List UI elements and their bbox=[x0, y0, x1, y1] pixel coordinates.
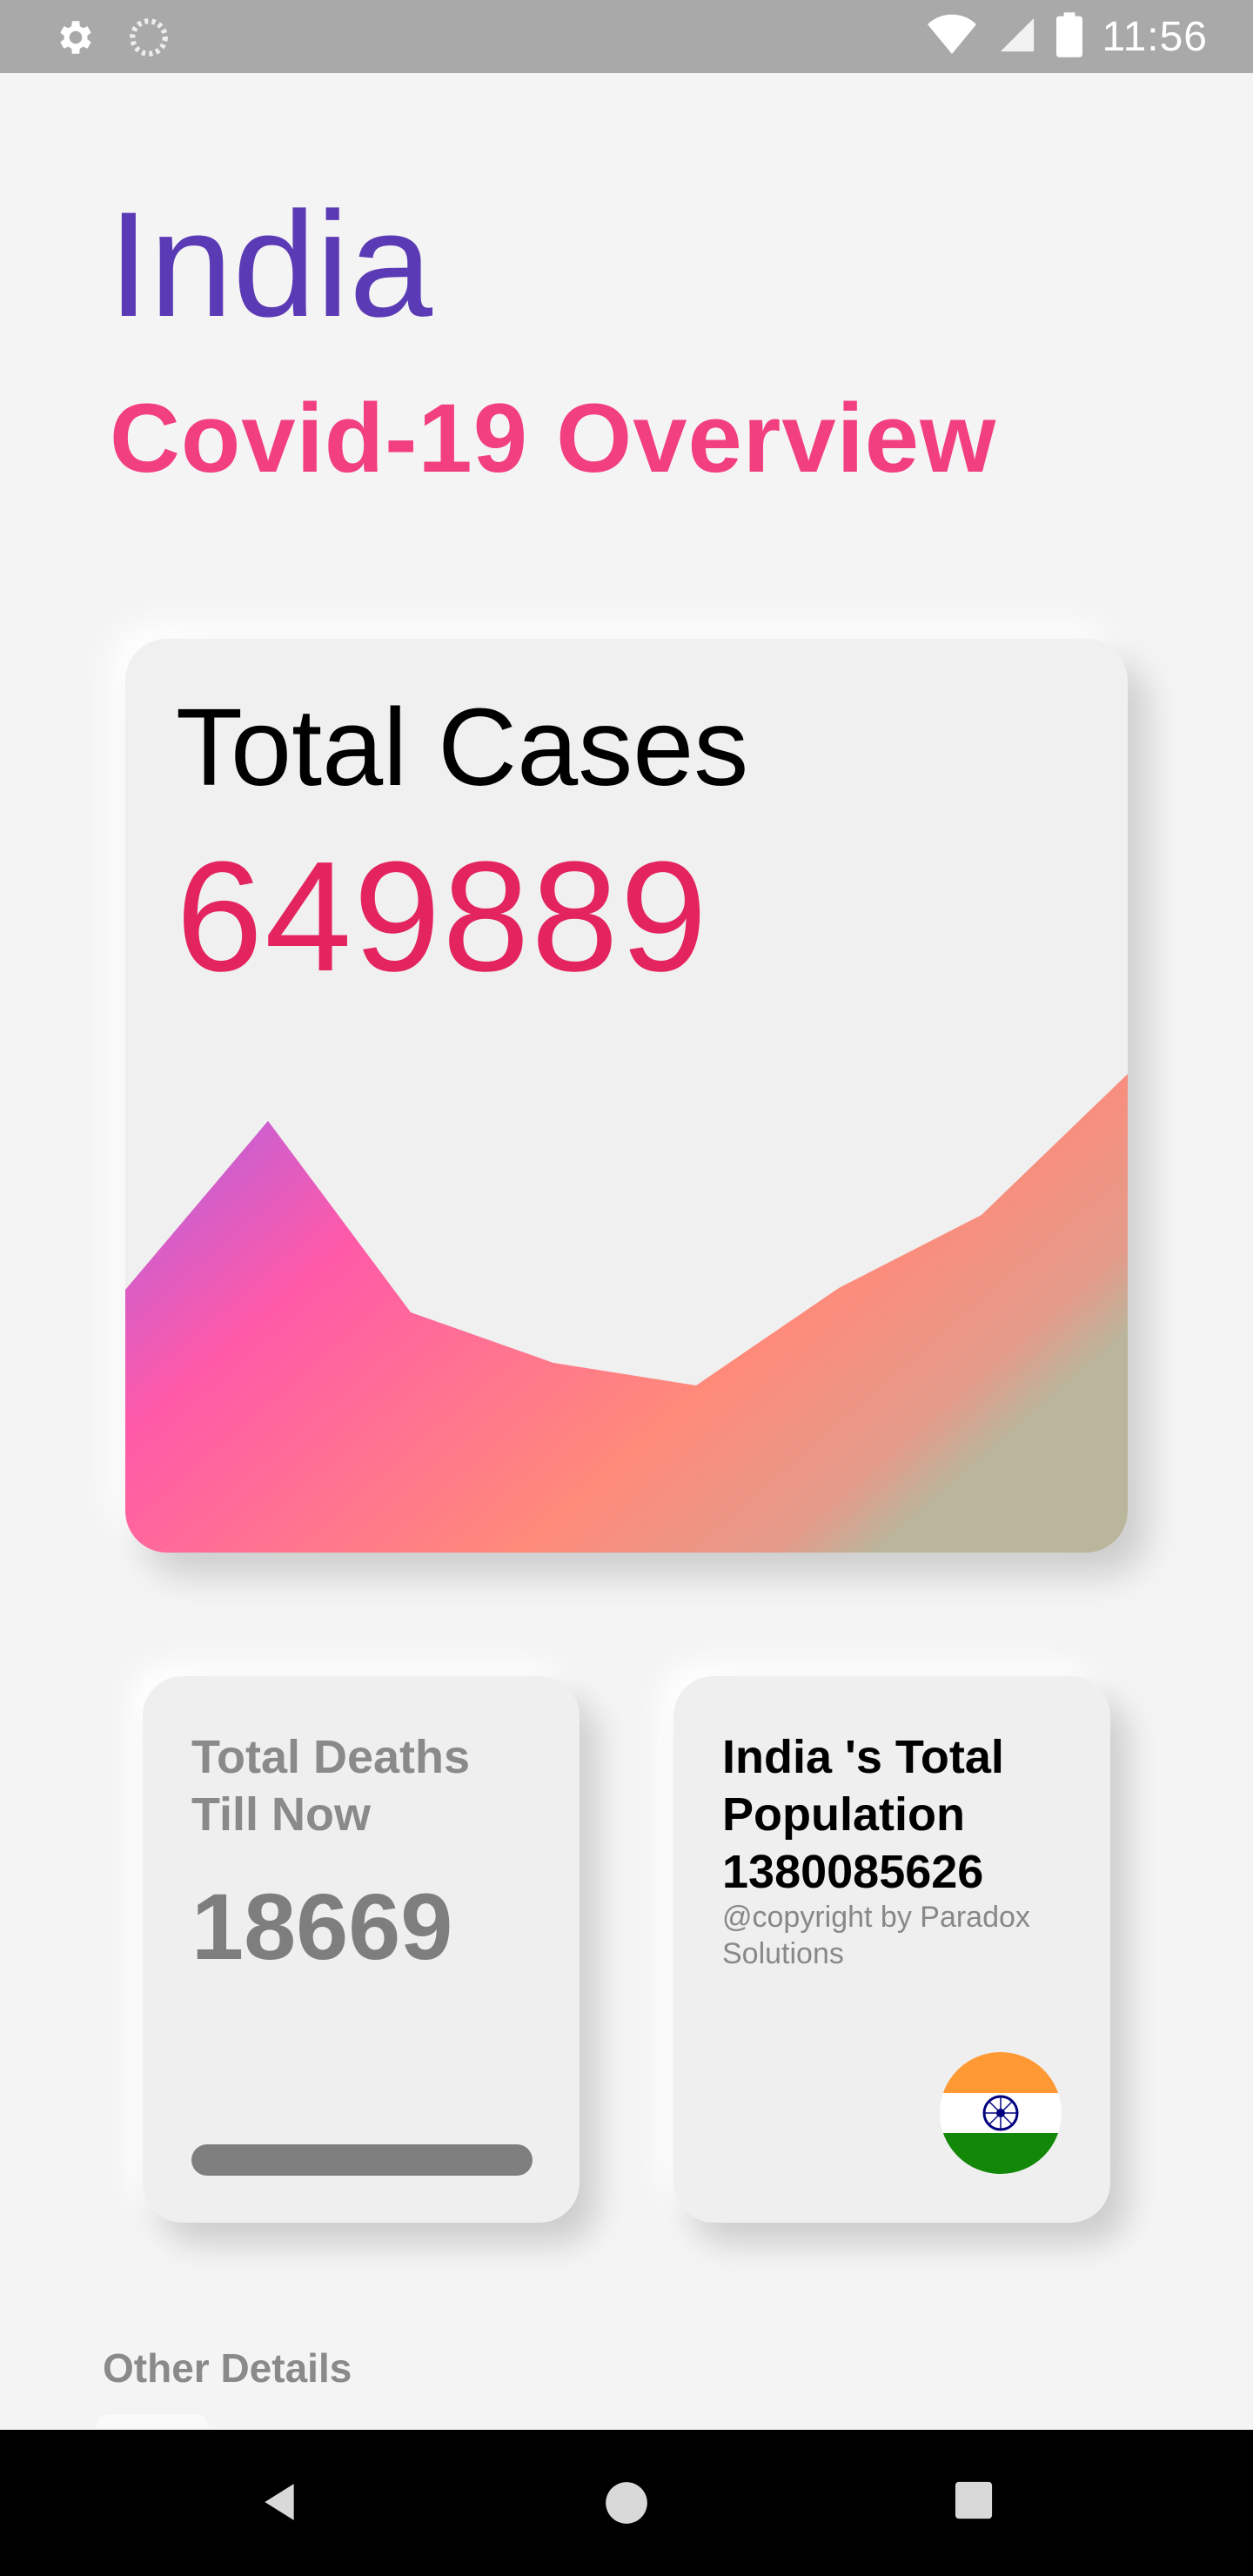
clock: 11:56 bbox=[1102, 14, 1208, 60]
status-bar: 11:56 bbox=[0, 0, 1253, 73]
deaths-progress-bar bbox=[191, 2144, 533, 2176]
total-deaths-value: 18669 bbox=[191, 1874, 453, 1979]
copyright-text: @copyright by Paradox Solutions bbox=[722, 1901, 1030, 1970]
total-deaths-card[interactable]: Total Deaths Till Now 18669 bbox=[143, 1676, 580, 2223]
overview-subtitle: Covid-19 Overview bbox=[110, 384, 997, 493]
india-flag-icon bbox=[940, 2052, 1062, 2174]
sync-icon bbox=[127, 16, 171, 64]
total-cases-value: 649889 bbox=[176, 829, 709, 1004]
total-cases-card[interactable]: Total Cases 649889 bbox=[125, 639, 1128, 1553]
population-card[interactable]: India 's Total Population 1380085626 @co… bbox=[673, 1676, 1110, 2223]
other-details-card-peek bbox=[96, 2414, 209, 2428]
wifi-icon bbox=[926, 14, 978, 60]
battery-icon bbox=[1056, 12, 1083, 62]
settings-icon bbox=[54, 16, 97, 64]
population-label: India 's Total Population 1380085626 bbox=[722, 1731, 1004, 1898]
total-deaths-label: Total Deaths Till Now bbox=[191, 1731, 471, 1841]
home-icon[interactable] bbox=[604, 2480, 649, 2530]
back-icon[interactable] bbox=[258, 2480, 301, 2528]
recents-icon[interactable] bbox=[954, 2480, 994, 2525]
signal-icon bbox=[997, 14, 1037, 60]
total-cases-label: Total Cases bbox=[176, 686, 749, 808]
navigation-bar bbox=[0, 2430, 1253, 2576]
country-title: India bbox=[108, 181, 432, 348]
other-details-heading: Other Details bbox=[103, 2345, 352, 2391]
